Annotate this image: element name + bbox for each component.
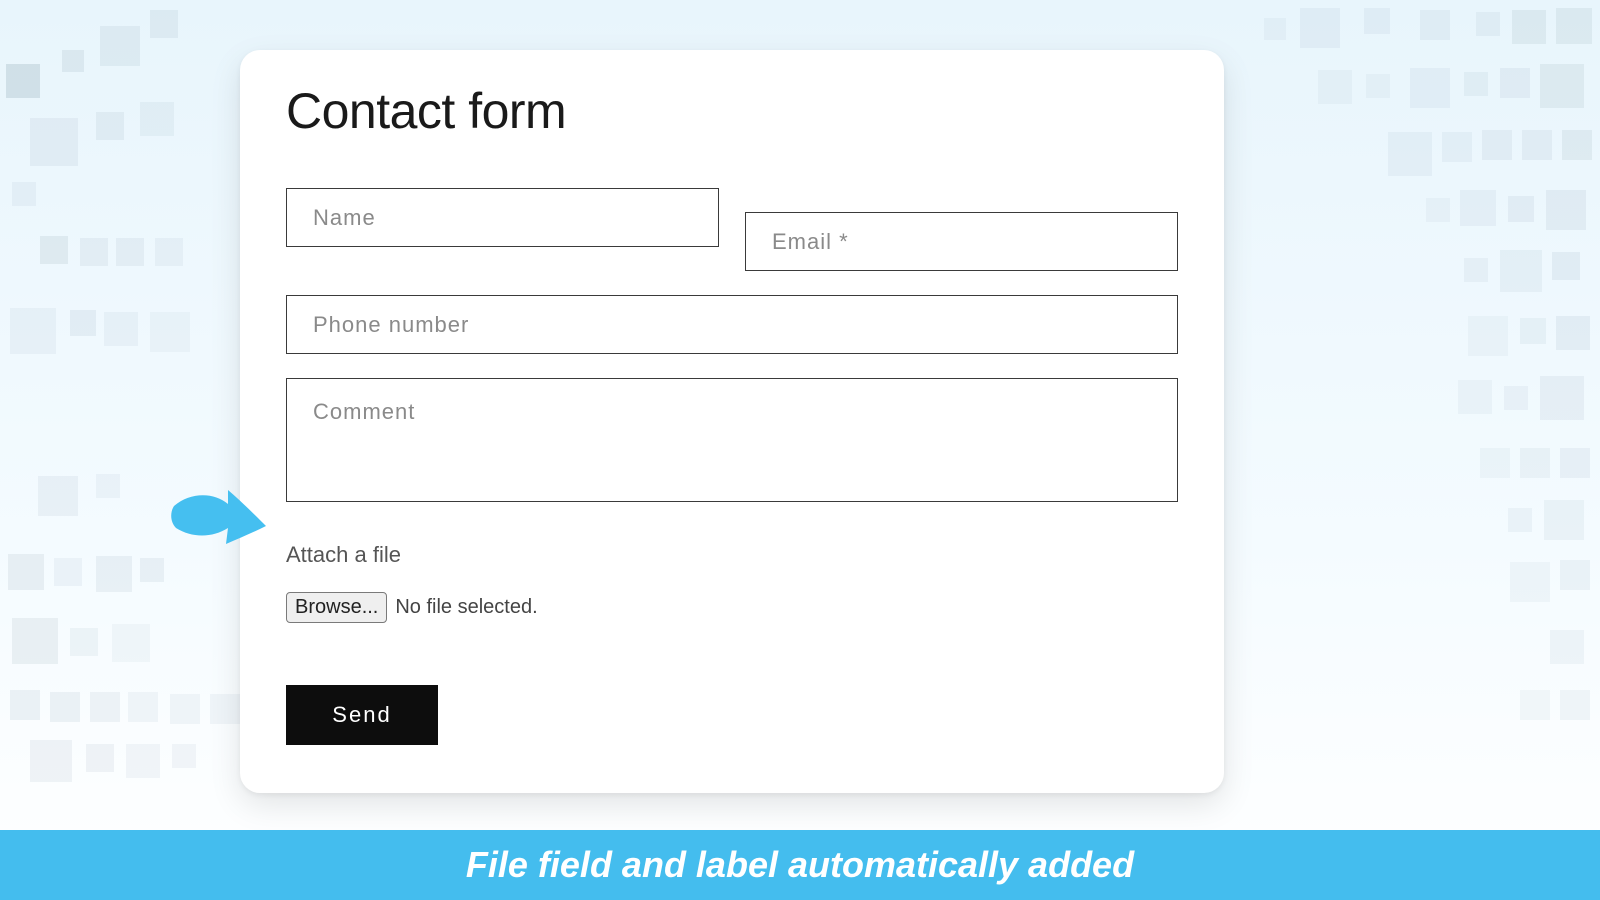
row-name-email: Name Email * <box>286 188 1178 271</box>
no-file-text: No file selected. <box>395 596 537 619</box>
page-title: Contact form <box>286 82 1178 140</box>
attach-block: Attach a file Browse... No file selected… <box>286 542 1178 623</box>
browse-button[interactable]: Browse... <box>286 592 387 623</box>
comment-field[interactable]: Comment <box>286 378 1178 502</box>
file-input-row: Browse... No file selected. <box>286 592 1178 623</box>
attach-label: Attach a file <box>286 542 1178 568</box>
bottom-banner: File field and label automatically added <box>0 830 1600 900</box>
banner-text: File field and label automatically added <box>466 844 1134 886</box>
send-button[interactable]: Send <box>286 685 438 745</box>
name-field[interactable]: Name <box>286 188 719 247</box>
phone-field[interactable]: Phone number <box>286 295 1178 354</box>
contact-form-card: Contact form Name Email * Phone number C… <box>240 50 1224 793</box>
email-field[interactable]: Email * <box>745 212 1178 271</box>
